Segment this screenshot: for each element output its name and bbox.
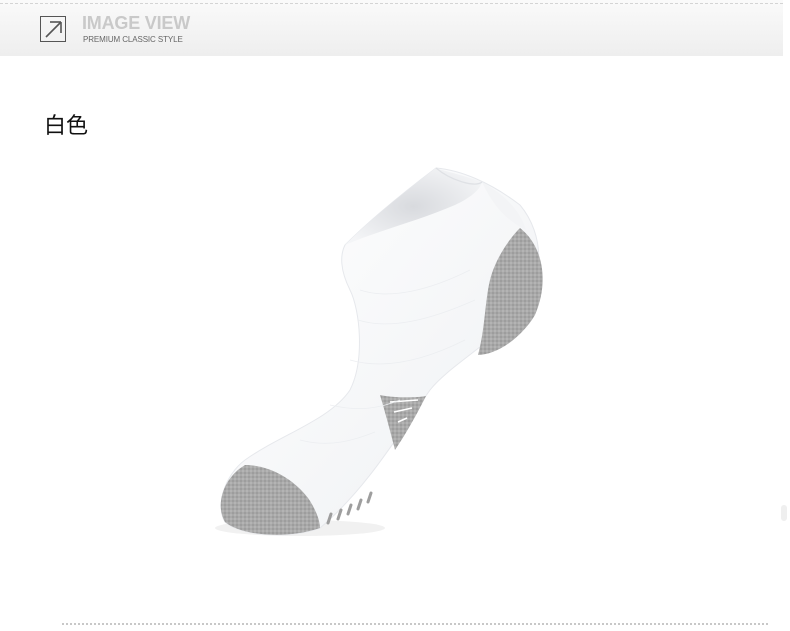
- arrow-up-right-icon: [40, 16, 66, 42]
- header-subtitle: PREMIUM CLASSIC STYLE: [83, 35, 183, 44]
- footer-divider: [62, 623, 768, 625]
- product-image-sock: [190, 150, 590, 560]
- color-variant-label: 白色: [44, 114, 89, 139]
- header-title: IMAGE VIEW: [82, 13, 191, 33]
- edge-marker: [781, 505, 787, 521]
- section-header: IMAGE VIEW PREMIUM CLASSIC STYLE: [0, 0, 783, 56]
- header-top-divider: [0, 3, 783, 4]
